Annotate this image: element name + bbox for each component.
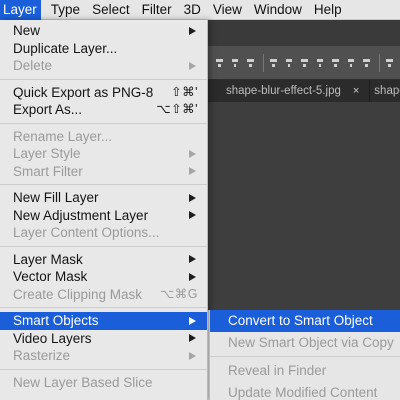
submenu-arrow-icon: [189, 334, 196, 343]
menu-item-new-layer-based-slice[interactable]: New Layer Based Slice: [0, 374, 207, 392]
align-bottom-icon[interactable]: [245, 56, 256, 70]
menu-item-label: New: [13, 23, 41, 38]
menu-item-layer-style[interactable]: Layer Style: [0, 145, 207, 163]
menu-item-label: Duplicate Layer...: [13, 40, 118, 56]
document-tab-label: shape-blur-effect-5.jpg: [226, 85, 341, 97]
distribute-right-icon[interactable]: [346, 56, 357, 70]
menu-item-duplicate-layer[interactable]: Duplicate Layer...: [0, 40, 207, 58]
menu-item-layer-content-options[interactable]: Layer Content Options...: [0, 224, 207, 242]
menu-item-video-layers[interactable]: Video Layers: [0, 330, 207, 348]
menu-separator: [0, 122, 207, 124]
submenu-arrow-icon: [189, 26, 196, 35]
align-top-icon[interactable]: [214, 56, 225, 70]
menu-item-smart-objects[interactable]: Smart Objects: [0, 312, 207, 330]
menu-item-shortcut: ⌥⇧⌘': [156, 102, 198, 116]
menu-item-label: Layer Content Options...: [13, 225, 160, 240]
options-bar: [208, 46, 400, 80]
menu-item-label: Rasterize: [13, 348, 71, 363]
distribute-horizontal-icon[interactable]: [330, 56, 341, 70]
layer-menu: New Duplicate Layer... Delete Quick Expo…: [0, 20, 208, 400]
menu-item-smart-filter[interactable]: Smart Filter: [0, 163, 207, 181]
menu-item-shortcut: ⇧⌘': [171, 84, 198, 99]
submenu-arrow-icon: [189, 255, 196, 264]
menubar-filter[interactable]: Filter: [136, 0, 178, 20]
menu-item-export-as[interactable]: Export As... ⌥⇧⌘': [0, 101, 207, 119]
menu-item-label: Smart Objects: [13, 313, 99, 328]
submenu-arrow-icon: [189, 316, 196, 325]
menubar-type[interactable]: Type: [45, 0, 86, 20]
menu-item-label: Quick Export as PNG-8: [13, 84, 154, 100]
smart-objects-submenu: Convert to Smart Object New Smart Object…: [209, 310, 400, 400]
menubar-select[interactable]: Select: [86, 0, 136, 20]
submenu-arrow-icon: [189, 193, 196, 202]
menu-item-quick-export[interactable]: Quick Export as PNG-8 ⇧⌘': [0, 84, 207, 102]
document-tab[interactable]: shape-blur-effect-5.jpg ×: [208, 80, 369, 102]
menubar-layer[interactable]: Layer: [0, 0, 41, 20]
menu-separator: [0, 245, 207, 247]
menu-item-label: Smart Filter: [13, 163, 83, 179]
menu-item-create-clipping-mask[interactable]: Create Clipping Mask ⌥⌘G: [0, 286, 207, 304]
menu-separator: [0, 78, 207, 80]
menu-item-label: Create Clipping Mask: [13, 286, 143, 302]
submenu-arrow-icon: [189, 167, 196, 176]
menu-item-label: Delete: [13, 58, 53, 73]
auto-align-icon[interactable]: [361, 56, 372, 70]
menubar-3d[interactable]: 3D: [178, 0, 207, 20]
menu-item-new-fill-layer[interactable]: New Fill Layer: [0, 189, 207, 207]
submenu-item-update-modified-content[interactable]: Update Modified Content: [210, 382, 400, 400]
menu-item-label: New Layer Based Slice: [13, 374, 153, 390]
document-tabs: shape-blur-effect-5.jpg × shape-F: [208, 80, 400, 102]
submenu-item-convert-to-smart-object[interactable]: Convert to Smart Object: [210, 310, 400, 332]
document-tab-label: shape-F: [374, 85, 400, 97]
distribute-center-icon[interactable]: [284, 56, 295, 70]
distribute-top-icon[interactable]: [268, 56, 279, 70]
menu-item-label: Vector Mask: [13, 269, 88, 284]
menu-item-label: Layer Mask: [13, 251, 83, 267]
submenu-item-reveal-in-finder[interactable]: Reveal in Finder: [210, 360, 400, 382]
distribute-bottom-icon[interactable]: [299, 56, 310, 70]
menu-item-delete[interactable]: Delete: [0, 57, 207, 75]
menu-item-vector-mask[interactable]: Vector Mask: [0, 268, 207, 286]
menu-item-label: Rename Layer...: [13, 128, 113, 144]
menu-item-label: New Adjustment Layer: [13, 207, 149, 223]
menu-item-rename-layer[interactable]: Rename Layer...: [0, 128, 207, 146]
menu-item-layer-mask[interactable]: Layer Mask: [0, 251, 207, 269]
menu-item-label: New Fill Layer: [13, 190, 99, 205]
menubar-help[interactable]: Help: [308, 0, 348, 20]
submenu-arrow-icon: [189, 211, 196, 220]
menu-separator: [0, 307, 207, 308]
submenu-arrow-icon: [189, 351, 196, 360]
submenu-arrow-icon: [189, 61, 196, 70]
menubar-view[interactable]: View: [207, 0, 248, 20]
submenu-arrow-icon: [189, 149, 196, 158]
menu-item-rasterize[interactable]: Rasterize: [0, 347, 207, 365]
options-divider: [378, 53, 380, 72]
submenu-arrow-icon: [189, 272, 196, 281]
menu-item-label: Export As...: [13, 102, 83, 117]
3d-mode-icon[interactable]: [384, 56, 395, 70]
menu-item-new-adjustment-layer[interactable]: New Adjustment Layer: [0, 207, 207, 225]
menu-item-label: Layer Style: [13, 146, 81, 161]
menu-separator: [0, 184, 207, 185]
distribute-left-icon[interactable]: [315, 56, 326, 70]
options-divider: [262, 53, 264, 72]
document-tab[interactable]: shape-F: [369, 80, 400, 102]
canvas-area: [208, 102, 400, 310]
align-vertical-center-icon[interactable]: [230, 56, 241, 70]
menu-item-shortcut: ⌥⌘G: [159, 286, 198, 301]
menu-separator: [0, 368, 207, 370]
menubar-window[interactable]: Window: [248, 0, 308, 20]
close-icon[interactable]: ×: [353, 85, 359, 97]
menu-item-new[interactable]: New: [0, 22, 207, 40]
menu-bar: Layer Type Select Filter 3D View Window …: [0, 0, 400, 20]
menu-separator: [210, 356, 400, 357]
menu-item-label: Video Layers: [13, 330, 92, 346]
submenu-item-new-smart-object-via-copy[interactable]: New Smart Object via Copy: [210, 332, 400, 354]
